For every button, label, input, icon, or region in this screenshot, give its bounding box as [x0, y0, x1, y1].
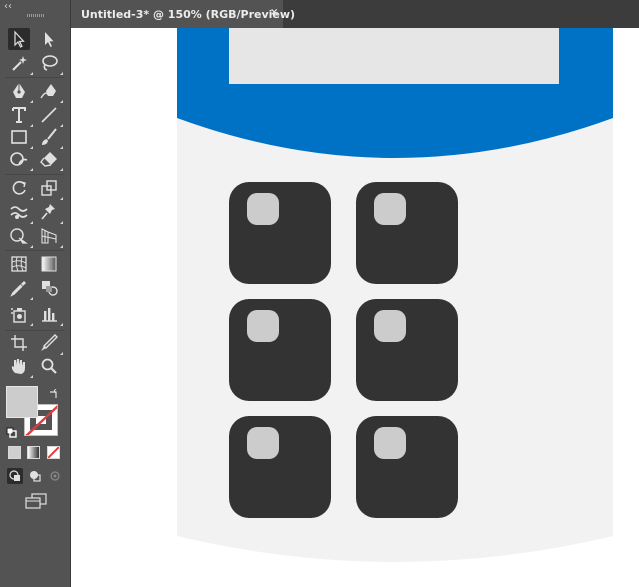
artboard-icon [11, 335, 27, 351]
keypad-key [356, 182, 458, 284]
document-tab[interactable]: Untitled-3* @ 150% (RGB/Preview) × [71, 0, 295, 28]
pen-nib-icon [13, 83, 25, 98]
tools-panel: ‹‹ [0, 0, 71, 587]
scale-icon [41, 180, 57, 196]
type-tool[interactable] [8, 104, 33, 127]
key-highlight [374, 310, 406, 342]
pen-tool[interactable] [8, 80, 33, 103]
shaper-icon [10, 152, 28, 166]
selection-tool[interactable] [8, 28, 30, 50]
warp-tool[interactable] [8, 201, 33, 224]
symbol-sprayer-icon [11, 308, 26, 323]
type-t-icon [12, 107, 26, 123]
rectangle-tool[interactable] [8, 126, 33, 149]
free-transform-tool[interactable] [38, 201, 63, 224]
swap-fill-stroke-icon[interactable] [48, 386, 60, 405]
collapse-panel-icon[interactable]: ‹‹ [4, 2, 12, 12]
key-highlight [247, 193, 279, 225]
eyedropper-tool[interactable] [8, 277, 33, 300]
eraser-tool[interactable] [38, 148, 63, 171]
keypad-key [356, 416, 458, 518]
rotate-tool[interactable] [8, 177, 33, 200]
line-segment-tool[interactable] [38, 104, 63, 127]
fill-swatch[interactable] [6, 386, 38, 418]
magnifier-icon [41, 358, 57, 374]
draw-normal-icon[interactable] [6, 467, 24, 485]
lasso-icon [42, 55, 58, 71]
panel-grip[interactable] [27, 14, 44, 17]
curvature-tool[interactable] [38, 80, 63, 103]
rectangle-icon [11, 130, 27, 144]
toolbar-separator [5, 250, 65, 251]
keypad-key [229, 299, 331, 401]
line-icon [41, 107, 57, 123]
eraser-icon [40, 152, 57, 167]
magic-wand-tool[interactable] [8, 52, 33, 75]
hand-icon [11, 359, 25, 374]
magic-wand-icon [12, 56, 27, 71]
rotate-icon [12, 181, 26, 195]
pushpin-icon [41, 204, 55, 220]
direct-selection-tool[interactable] [38, 28, 60, 50]
toolbar-separator [5, 77, 65, 78]
default-fill-stroke-icon[interactable] [6, 424, 18, 443]
column-graph-tool[interactable] [38, 303, 63, 326]
white-arrow-icon [45, 32, 54, 47]
draw-inside-icon[interactable] [46, 467, 64, 485]
toolbar-separator [5, 174, 65, 175]
gradient-icon [41, 256, 57, 272]
curvature-pen-icon [40, 84, 56, 99]
arrow-pointer-icon [14, 30, 25, 48]
mesh-tool[interactable] [8, 253, 30, 275]
perspective-grid-tool[interactable] [38, 225, 63, 248]
brush-icon [42, 128, 57, 145]
symbol-sprayer-tool[interactable] [8, 303, 33, 326]
gradient-tool[interactable] [38, 253, 60, 275]
slice-knife-icon [41, 334, 58, 351]
close-tab-icon[interactable]: × [270, 8, 278, 18]
scale-tool[interactable] [38, 177, 63, 200]
device-screen [229, 28, 559, 84]
shape-builder-tool[interactable] [8, 225, 33, 248]
document-tab-title: Untitled-3* @ 150% (RGB/Preview) [81, 8, 296, 21]
keypad-key [356, 299, 458, 401]
key-highlight [247, 427, 279, 459]
draw-behind-icon[interactable] [26, 467, 44, 485]
toolbar-separator [5, 330, 65, 331]
eyedropper-icon [10, 281, 26, 297]
warp-icon [10, 206, 28, 219]
mesh-icon [11, 256, 27, 272]
slice-tool[interactable] [38, 332, 63, 355]
zoom-tool[interactable] [38, 355, 60, 377]
perspective-grid-icon [41, 228, 57, 244]
color-mode-icon[interactable] [8, 446, 21, 459]
hand-tool[interactable] [8, 355, 33, 378]
gradient-mode-icon[interactable] [27, 446, 40, 459]
none-mode-icon[interactable] [47, 446, 60, 459]
device-illustration [177, 28, 613, 562]
key-highlight [374, 193, 406, 225]
keypad-key [229, 416, 331, 518]
shaper-tool[interactable] [8, 148, 33, 171]
keypad-key [229, 182, 331, 284]
lasso-tool[interactable] [38, 52, 63, 75]
artboard-tool[interactable] [8, 332, 30, 354]
screen-mode-icon[interactable] [24, 492, 48, 510]
blend-tool[interactable] [38, 277, 60, 299]
artboard-canvas[interactable] [71, 28, 639, 587]
key-highlight [374, 427, 406, 459]
key-highlight [247, 310, 279, 342]
shape-builder-icon [10, 228, 28, 244]
document-tab-bar: Untitled-3* @ 150% (RGB/Preview) × [71, 0, 639, 28]
paintbrush-tool[interactable] [38, 126, 63, 149]
column-graph-icon [42, 308, 57, 322]
blend-icon [42, 281, 58, 296]
